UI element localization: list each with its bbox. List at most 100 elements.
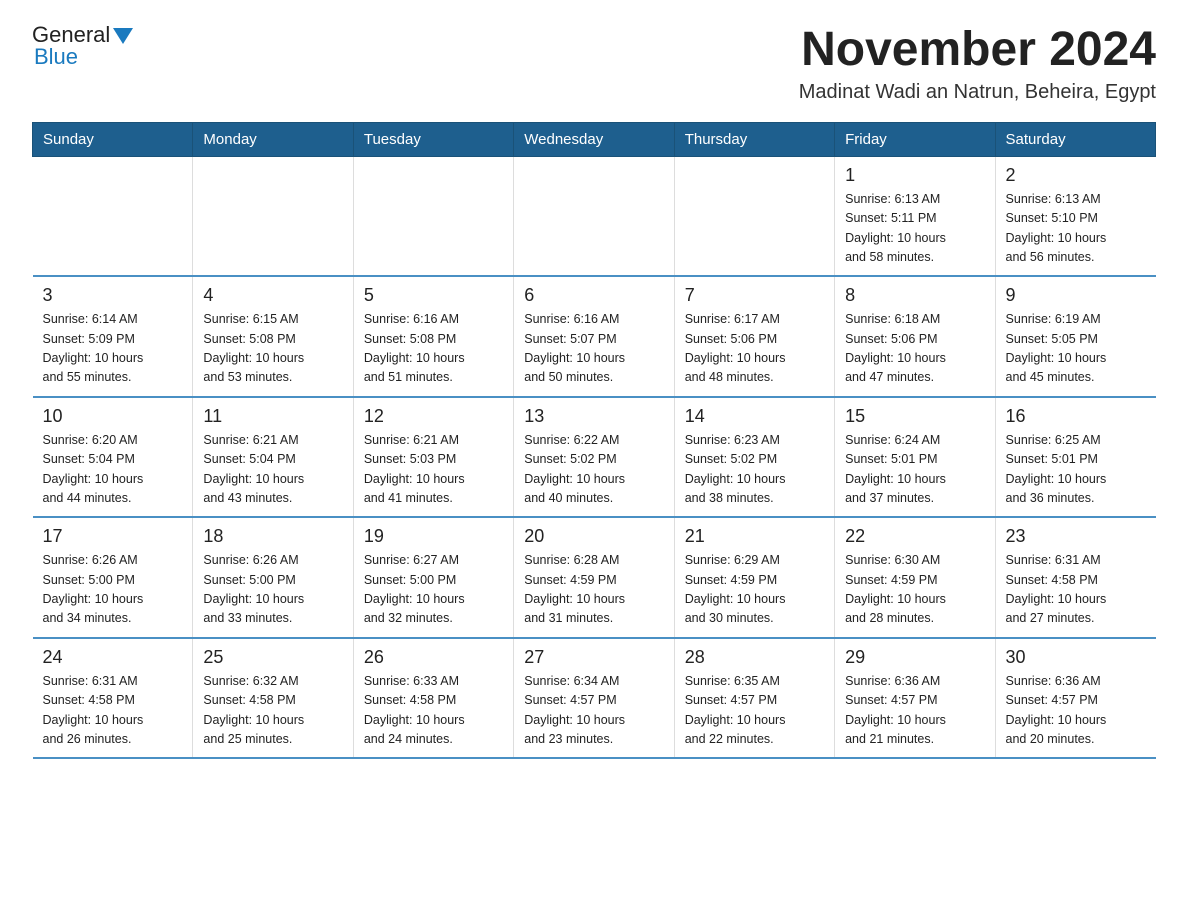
calendar-cell: 9 Sunrise: 6:19 AM Sunset: 5:05 PM Daylig…	[995, 276, 1155, 397]
calendar-cell	[33, 156, 193, 276]
day-number: 26	[364, 647, 503, 668]
header: General Blue November 2024 Madinat Wadi …	[32, 24, 1156, 104]
day-number: 25	[203, 647, 342, 668]
day-info: Sunrise: 6:24 AM Sunset: 5:01 PM Dayligh…	[845, 431, 984, 509]
day-number: 4	[203, 285, 342, 306]
calendar-cell: 26 Sunrise: 6:33 AM Sunset: 4:58 PM Dayli…	[353, 638, 513, 759]
day-number: 6	[524, 285, 663, 306]
page-title: November 2024	[799, 24, 1156, 77]
calendar-cell: 7 Sunrise: 6:17 AM Sunset: 5:06 PM Daylig…	[674, 276, 834, 397]
day-info: Sunrise: 6:16 AM Sunset: 5:08 PM Dayligh…	[364, 310, 503, 388]
day-number: 20	[524, 526, 663, 547]
day-number: 2	[1006, 165, 1146, 186]
day-info: Sunrise: 6:36 AM Sunset: 4:57 PM Dayligh…	[1006, 672, 1146, 750]
day-number: 18	[203, 526, 342, 547]
calendar-week-row: 17Sunrise: 6:26 AM Sunset: 5:00 PM Dayli…	[33, 517, 1156, 638]
day-number: 9	[1006, 285, 1146, 306]
day-info: Sunrise: 6:28 AM Sunset: 4:59 PM Dayligh…	[524, 551, 663, 629]
calendar-header-row: SundayMondayTuesdayWednesdayThursdayFrid…	[33, 122, 1156, 156]
calendar-cell	[193, 156, 353, 276]
calendar-cell: 1 Sunrise: 6:13 AM Sunset: 5:11 PM Daylig…	[835, 156, 995, 276]
day-info: Sunrise: 6:18 AM Sunset: 5:06 PM Dayligh…	[845, 310, 984, 388]
calendar-cell	[514, 156, 674, 276]
calendar-cell: 19Sunrise: 6:27 AM Sunset: 5:00 PM Dayli…	[353, 517, 513, 638]
day-info: Sunrise: 6:21 AM Sunset: 5:03 PM Dayligh…	[364, 431, 503, 509]
calendar-cell: 27Sunrise: 6:34 AM Sunset: 4:57 PM Dayli…	[514, 638, 674, 759]
calendar-cell: 16 Sunrise: 6:25 AM Sunset: 5:01 PM Dayli…	[995, 397, 1155, 518]
calendar-week-row: 3Sunrise: 6:14 AM Sunset: 5:09 PM Daylig…	[33, 276, 1156, 397]
day-number: 30	[1006, 647, 1146, 668]
logo-triangle-icon	[113, 28, 133, 44]
day-info: Sunrise: 6:19 AM Sunset: 5:05 PM Dayligh…	[1006, 310, 1146, 388]
day-number: 10	[43, 406, 183, 427]
day-info: Sunrise: 6:35 AM Sunset: 4:57 PM Dayligh…	[685, 672, 824, 750]
calendar-cell: 28 Sunrise: 6:35 AM Sunset: 4:57 PM Dayli…	[674, 638, 834, 759]
calendar-cell: 17Sunrise: 6:26 AM Sunset: 5:00 PM Dayli…	[33, 517, 193, 638]
calendar-cell: 29Sunrise: 6:36 AM Sunset: 4:57 PM Dayli…	[835, 638, 995, 759]
header-day-thursday: Thursday	[674, 122, 834, 156]
day-info: Sunrise: 6:21 AM Sunset: 5:04 PM Dayligh…	[203, 431, 342, 509]
calendar-cell: 24 Sunrise: 6:31 AM Sunset: 4:58 PM Dayli…	[33, 638, 193, 759]
day-number: 29	[845, 647, 984, 668]
day-info: Sunrise: 6:26 AM Sunset: 5:00 PM Dayligh…	[203, 551, 342, 629]
calendar-cell: 23 Sunrise: 6:31 AM Sunset: 4:58 PM Dayli…	[995, 517, 1155, 638]
calendar-cell: 10 Sunrise: 6:20 AM Sunset: 5:04 PM Dayli…	[33, 397, 193, 518]
calendar-cell: 12 Sunrise: 6:21 AM Sunset: 5:03 PM Dayli…	[353, 397, 513, 518]
day-number: 11	[203, 406, 342, 427]
calendar-cell: 21 Sunrise: 6:29 AM Sunset: 4:59 PM Dayli…	[674, 517, 834, 638]
day-number: 5	[364, 285, 503, 306]
day-number: 19	[364, 526, 503, 547]
day-number: 24	[43, 647, 183, 668]
header-day-saturday: Saturday	[995, 122, 1155, 156]
calendar-cell	[674, 156, 834, 276]
calendar-week-row: 10 Sunrise: 6:20 AM Sunset: 5:04 PM Dayli…	[33, 397, 1156, 518]
day-info: Sunrise: 6:13 AM Sunset: 5:11 PM Dayligh…	[845, 190, 984, 268]
day-info: Sunrise: 6:13 AM Sunset: 5:10 PM Dayligh…	[1006, 190, 1146, 268]
logo-general-text: General	[32, 24, 110, 46]
day-number: 16	[1006, 406, 1146, 427]
day-number: 13	[524, 406, 663, 427]
day-info: Sunrise: 6:16 AM Sunset: 5:07 PM Dayligh…	[524, 310, 663, 388]
day-info: Sunrise: 6:32 AM Sunset: 4:58 PM Dayligh…	[203, 672, 342, 750]
day-info: Sunrise: 6:30 AM Sunset: 4:59 PM Dayligh…	[845, 551, 984, 629]
day-number: 21	[685, 526, 824, 547]
calendar-cell: 6 Sunrise: 6:16 AM Sunset: 5:07 PM Daylig…	[514, 276, 674, 397]
calendar-cell: 2 Sunrise: 6:13 AM Sunset: 5:10 PM Daylig…	[995, 156, 1155, 276]
calendar-cell: 30 Sunrise: 6:36 AM Sunset: 4:57 PM Dayli…	[995, 638, 1155, 759]
day-number: 15	[845, 406, 984, 427]
day-info: Sunrise: 6:15 AM Sunset: 5:08 PM Dayligh…	[203, 310, 342, 388]
calendar-week-row: 1 Sunrise: 6:13 AM Sunset: 5:11 PM Daylig…	[33, 156, 1156, 276]
calendar-cell: 14 Sunrise: 6:23 AM Sunset: 5:02 PM Dayli…	[674, 397, 834, 518]
header-day-monday: Monday	[193, 122, 353, 156]
day-number: 27	[524, 647, 663, 668]
logo-blue-text: Blue	[34, 44, 78, 70]
calendar-cell: 3Sunrise: 6:14 AM Sunset: 5:09 PM Daylig…	[33, 276, 193, 397]
header-day-sunday: Sunday	[33, 122, 193, 156]
day-info: Sunrise: 6:23 AM Sunset: 5:02 PM Dayligh…	[685, 431, 824, 509]
calendar-cell: 15 Sunrise: 6:24 AM Sunset: 5:01 PM Dayli…	[835, 397, 995, 518]
calendar-cell: 20 Sunrise: 6:28 AM Sunset: 4:59 PM Dayli…	[514, 517, 674, 638]
calendar-cell: 5 Sunrise: 6:16 AM Sunset: 5:08 PM Daylig…	[353, 276, 513, 397]
day-info: Sunrise: 6:20 AM Sunset: 5:04 PM Dayligh…	[43, 431, 183, 509]
day-number: 7	[685, 285, 824, 306]
day-number: 14	[685, 406, 824, 427]
day-info: Sunrise: 6:31 AM Sunset: 4:58 PM Dayligh…	[43, 672, 183, 750]
logo: General Blue	[32, 24, 133, 70]
header-day-wednesday: Wednesday	[514, 122, 674, 156]
calendar-cell: 18 Sunrise: 6:26 AM Sunset: 5:00 PM Dayli…	[193, 517, 353, 638]
day-number: 3	[43, 285, 183, 306]
day-number: 22	[845, 526, 984, 547]
day-info: Sunrise: 6:31 AM Sunset: 4:58 PM Dayligh…	[1006, 551, 1146, 629]
day-info: Sunrise: 6:17 AM Sunset: 5:06 PM Dayligh…	[685, 310, 824, 388]
day-number: 1	[845, 165, 984, 186]
day-info: Sunrise: 6:25 AM Sunset: 5:01 PM Dayligh…	[1006, 431, 1146, 509]
day-number: 23	[1006, 526, 1146, 547]
calendar-table: SundayMondayTuesdayWednesdayThursdayFrid…	[32, 122, 1156, 760]
day-number: 12	[364, 406, 503, 427]
day-info: Sunrise: 6:29 AM Sunset: 4:59 PM Dayligh…	[685, 551, 824, 629]
day-number: 28	[685, 647, 824, 668]
calendar-week-row: 24 Sunrise: 6:31 AM Sunset: 4:58 PM Dayli…	[33, 638, 1156, 759]
day-info: Sunrise: 6:33 AM Sunset: 4:58 PM Dayligh…	[364, 672, 503, 750]
day-info: Sunrise: 6:22 AM Sunset: 5:02 PM Dayligh…	[524, 431, 663, 509]
calendar-cell: 25 Sunrise: 6:32 AM Sunset: 4:58 PM Dayli…	[193, 638, 353, 759]
